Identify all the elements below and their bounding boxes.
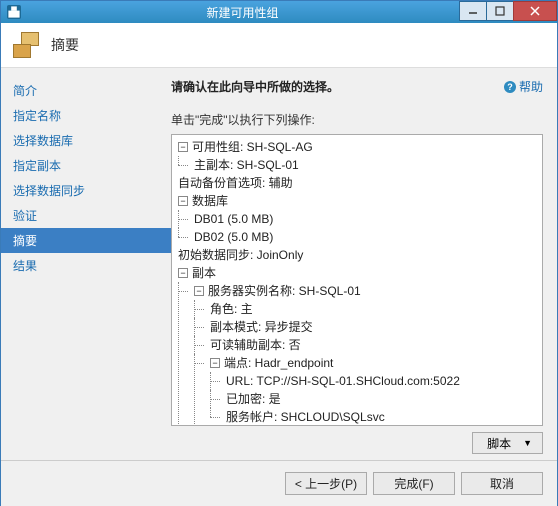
maximize-button[interactable]	[486, 1, 514, 21]
previous-button[interactable]: < 上一步(P)	[285, 472, 367, 495]
tree-label: 服务帐户: SHCLOUD\SQLsvc	[226, 408, 385, 426]
tree-node[interactable]: 角色: 主	[210, 300, 253, 318]
tree-label: 主副本: SH-SQL-01	[194, 156, 299, 174]
expand-icon[interactable]: −	[178, 268, 188, 278]
tree-node[interactable]: DB01 (5.0 MB)	[194, 210, 273, 228]
sidebar-step[interactable]: 验证	[1, 203, 171, 228]
page-title: 摘要	[51, 35, 79, 55]
tree-label: 角色: 主	[210, 300, 253, 318]
tree-node[interactable]: 初始数据同步: JoinOnly	[178, 246, 303, 264]
tree-node[interactable]: 自动备份首选项: 辅助	[178, 174, 293, 192]
sidebar-step[interactable]: 指定副本	[1, 153, 171, 178]
sidebar-step[interactable]: 指定名称	[1, 103, 171, 128]
script-row: 脚本 ▼	[171, 426, 543, 454]
tree-node[interactable]: −数据库	[178, 192, 228, 210]
tree-node[interactable]: 已加密: 是	[226, 390, 281, 408]
tree-node[interactable]: 服务帐户: SHCLOUD\SQLsvc	[226, 408, 385, 426]
script-button[interactable]: 脚本 ▼	[472, 432, 543, 454]
wizard-icon	[13, 30, 41, 60]
help-label: 帮助	[519, 78, 543, 95]
footer-buttons: < 上一步(P) 完成(F) 取消	[1, 460, 557, 506]
tree-label: 端点: Hadr_endpoint	[224, 354, 333, 372]
instruction-execute: 单击"完成"以执行下列操作:	[171, 111, 543, 128]
expand-icon[interactable]: −	[210, 358, 220, 368]
tree-node[interactable]: 可读辅助副本: 否	[210, 336, 301, 354]
app-icon	[7, 5, 21, 19]
tree-label: 可用性组: SH-SQL-AG	[192, 138, 313, 156]
instruction-confirm: 请确认在此向导中所做的选择。	[171, 78, 543, 95]
tree-node[interactable]: −可用性组: SH-SQL-AG	[178, 138, 313, 156]
tree-label: 服务器实例名称: SH-SQL-01	[208, 282, 361, 300]
tree-label: DB01 (5.0 MB)	[194, 210, 273, 228]
expand-icon[interactable]: −	[178, 142, 188, 152]
tree-label: 副本	[192, 264, 216, 282]
tree-label: 自动备份首选项: 辅助	[178, 174, 293, 192]
sidebar-step[interactable]: 摘要	[1, 228, 171, 253]
wizard-steps-sidebar: 简介指定名称选择数据库指定副本选择数据同步验证摘要结果	[1, 68, 171, 460]
window-title: 新建可用性组	[25, 4, 460, 21]
title-bar: 新建可用性组	[1, 1, 557, 23]
tree-label: 可读辅助副本: 否	[210, 336, 301, 354]
finish-button[interactable]: 完成(F)	[373, 472, 455, 495]
tree-node[interactable]: −服务器实例名称: SH-SQL-01	[194, 282, 361, 300]
sidebar-step[interactable]: 选择数据库	[1, 128, 171, 153]
page-header: 摘要	[1, 23, 557, 68]
help-icon: ?	[504, 81, 516, 93]
tree-node[interactable]: URL: TCP://SH-SQL-01.SHCloud.com:5022	[226, 372, 460, 390]
tree-node[interactable]: 副本模式: 异步提交	[210, 318, 313, 336]
sidebar-step[interactable]: 选择数据同步	[1, 178, 171, 203]
tree-label: 数据库	[192, 192, 228, 210]
tree-node[interactable]: −端点: Hadr_endpoint	[210, 354, 333, 372]
expand-icon[interactable]: −	[178, 196, 188, 206]
tree-node[interactable]: 主副本: SH-SQL-01	[194, 156, 299, 174]
minimize-button[interactable]	[459, 1, 487, 21]
cancel-button[interactable]: 取消	[461, 472, 543, 495]
tree-label: DB02 (5.0 MB)	[194, 228, 273, 246]
tree-node[interactable]: −副本	[178, 264, 216, 282]
tree-label: 已加密: 是	[226, 390, 281, 408]
tree-label: 初始数据同步: JoinOnly	[178, 246, 303, 264]
chevron-down-icon: ▼	[523, 438, 532, 448]
tree-label: URL: TCP://SH-SQL-01.SHCloud.com:5022	[226, 372, 460, 390]
tree-node[interactable]: DB02 (5.0 MB)	[194, 228, 273, 246]
content-area: 简介指定名称选择数据库指定副本选择数据同步验证摘要结果 ? 帮助 请确认在此向导…	[1, 68, 557, 460]
sidebar-step[interactable]: 简介	[1, 78, 171, 103]
close-button[interactable]	[513, 1, 557, 21]
sidebar-step[interactable]: 结果	[1, 253, 171, 278]
help-link[interactable]: ? 帮助	[504, 78, 543, 95]
tree-label: 副本模式: 异步提交	[210, 318, 313, 336]
main-panel: ? 帮助 请确认在此向导中所做的选择。 单击"完成"以执行下列操作: −可用性组…	[171, 68, 557, 460]
window-buttons	[460, 1, 557, 23]
script-label: 脚本	[487, 435, 511, 452]
expand-icon[interactable]: −	[194, 286, 204, 296]
summary-tree[interactable]: −可用性组: SH-SQL-AG主副本: SH-SQL-01自动备份首选项: 辅…	[171, 134, 543, 426]
